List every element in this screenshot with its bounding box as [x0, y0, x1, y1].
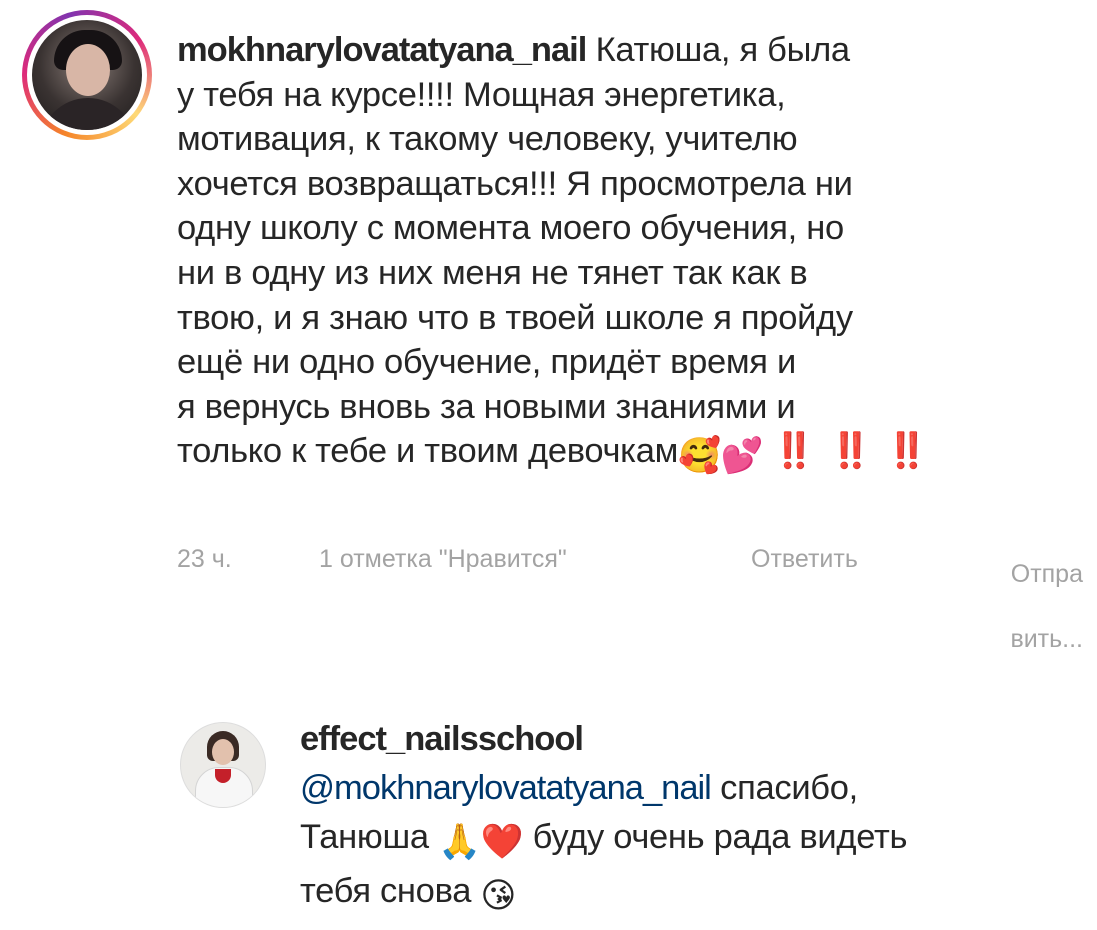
comment-main: mokhnarylovatatyana_nail Катюша, я была …: [22, 10, 1083, 653]
comment-text-line: я вернусь вновь за новыми знаниями и: [177, 387, 796, 426]
user-avatar: [32, 20, 142, 130]
comment-text-line: мотивация, к такому человеку, учителю: [177, 120, 798, 159]
kissing-face-emoji-icon: 😘: [480, 877, 517, 915]
likes-count-link[interactable]: 1 отметка "Нравится": [319, 542, 567, 576]
send-label-line: вить...: [1010, 625, 1083, 653]
reply-body: effect_nailsschool @mokhnarylovatatyana_…: [300, 715, 1080, 921]
reply-avatar[interactable]: [180, 722, 266, 808]
comment-username[interactable]: mokhnarylovatatyana_nail: [177, 31, 587, 69]
exclamation-emoji-icon: ‼️ ‼️ ‼️: [772, 432, 931, 471]
mention-link[interactable]: @mokhnarylovatatyana_nail: [300, 769, 712, 807]
send-label-line: Отпра: [1010, 560, 1083, 588]
two-hearts-emoji-icon: 💕: [720, 437, 764, 476]
comment-text-line: ни в одну из них меня не тянет так как в: [177, 253, 808, 292]
reply-text-line: спасибо,: [710, 769, 858, 807]
reply-text-line: Танюша: [300, 818, 438, 856]
story-ring-avatar[interactable]: [22, 10, 152, 140]
comment-timestamp: 23 ч.: [177, 545, 232, 573]
praying-hands-emoji-icon: 🙏: [438, 823, 481, 861]
comment-text-line: ещё ни одно обучение, придёт время и: [177, 343, 796, 382]
reply-button[interactable]: Ответить: [751, 542, 858, 576]
smiling-hearts-emoji-icon: 🥰: [678, 437, 721, 476]
red-heart-emoji-icon: ❤️: [480, 823, 524, 861]
comment-text-line: Катюша, я была: [586, 31, 850, 69]
comment-text-line: хочется возвращаться!!! Я просмотрела ни: [177, 164, 853, 203]
comment-body: mokhnarylovatatyana_nail Катюша, я была …: [177, 28, 1077, 479]
comment-text-line: у тебя на курсе!!!! Мощная энергетика,: [177, 75, 786, 114]
reply-text-line: буду очень рада видеть: [523, 818, 908, 856]
reply-text-line: тебя снова: [300, 872, 481, 910]
comment-text-line: твою, и я знаю что в твоей школе я пройд…: [177, 298, 853, 337]
comment-reply: effect_nailsschool @mokhnarylovatatyana_…: [180, 712, 1080, 922]
reply-username[interactable]: effect_nailsschool: [300, 715, 1080, 764]
comment-text-line: только к тебе и твоим девочкам: [177, 432, 679, 471]
send-button[interactable]: Отпра вить...: [953, 542, 1083, 672]
comment-text-line: одну школу с момента моего обучения, но: [177, 209, 844, 248]
